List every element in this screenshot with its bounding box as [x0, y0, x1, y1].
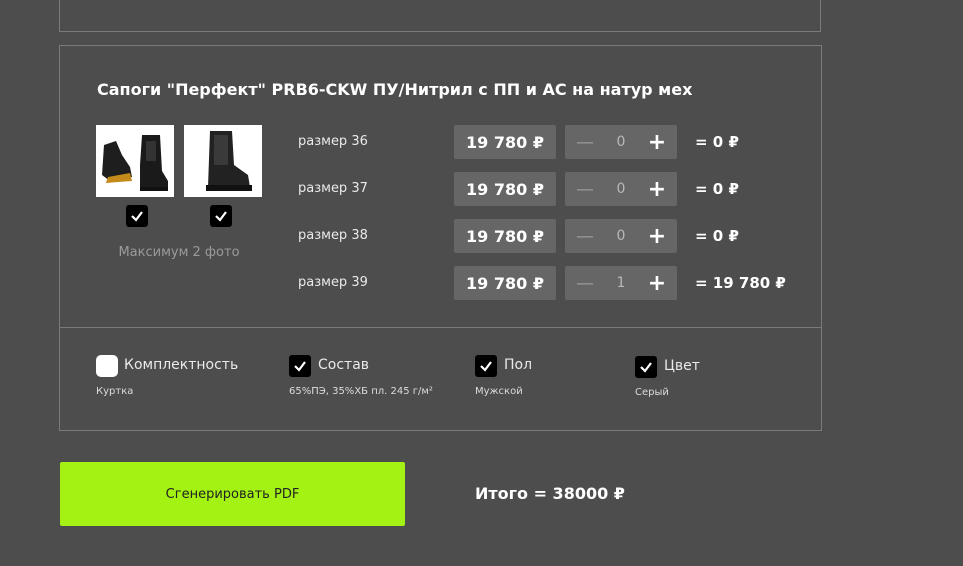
- attribute-checkbox-composition[interactable]: [289, 355, 311, 377]
- checkmark-icon: [215, 211, 227, 222]
- quantity-stepper: — 0 +: [565, 219, 677, 253]
- size-price: 19 780 ₽: [454, 125, 556, 159]
- increment-button[interactable]: +: [645, 172, 669, 206]
- max-photos-note: Максимум 2 фото: [118, 245, 240, 260]
- size-price: 19 780 ₽: [454, 219, 556, 253]
- boot-photo-icon: [96, 125, 174, 197]
- quantity-stepper: — 1 +: [565, 266, 677, 300]
- attribute-checkbox-color[interactable]: [635, 356, 657, 378]
- increment-button[interactable]: +: [645, 266, 669, 300]
- line-total: = 0 ₽: [695, 227, 739, 245]
- increment-button[interactable]: +: [645, 219, 669, 253]
- quantity-value[interactable]: 0: [607, 172, 635, 206]
- attribute-label: Цвет: [664, 358, 700, 374]
- checkmark-icon: [480, 361, 492, 372]
- attribute-value: Серый: [635, 387, 669, 398]
- quantity-stepper: — 0 +: [565, 172, 677, 206]
- checkmark-icon: [131, 211, 143, 222]
- quantity-stepper: — 0 +: [565, 125, 677, 159]
- attribute-checkbox-completeness[interactable]: [96, 355, 118, 377]
- quantity-value[interactable]: 0: [607, 125, 635, 159]
- quantity-value[interactable]: 0: [607, 219, 635, 253]
- decrement-button[interactable]: —: [573, 266, 597, 300]
- previous-product-card: [59, 0, 821, 32]
- attribute-checkbox-gender[interactable]: [475, 355, 497, 377]
- size-price: 19 780 ₽: [454, 266, 556, 300]
- photo-2-checkbox[interactable]: [210, 205, 232, 227]
- attribute-label: Состав: [318, 357, 370, 373]
- attribute-value: Куртка: [96, 386, 134, 397]
- product-title: Сапоги "Перфект" PRB6-CKW ПУ/Нитрил с ПП…: [97, 80, 693, 99]
- decrement-button[interactable]: —: [573, 172, 597, 206]
- attribute-label: Пол: [504, 357, 533, 373]
- size-label: размер 38: [298, 228, 368, 243]
- line-total: = 0 ₽: [695, 180, 739, 198]
- generate-pdf-button[interactable]: Сгенерировать PDF: [60, 462, 405, 526]
- increment-button[interactable]: +: [645, 125, 669, 159]
- size-label: размер 39: [298, 275, 368, 290]
- size-price: 19 780 ₽: [454, 172, 556, 206]
- product-card: Сапоги "Перфект" PRB6-CKW ПУ/Нитрил с ПП…: [59, 45, 822, 431]
- decrement-button[interactable]: —: [573, 219, 597, 253]
- size-label: размер 36: [298, 134, 368, 149]
- boot-photo-icon: [184, 125, 262, 197]
- photo-1-checkbox[interactable]: [126, 205, 148, 227]
- attribute-label: Комплектность: [124, 357, 239, 373]
- line-total: = 19 780 ₽: [695, 274, 786, 292]
- attribute-value: 65%ПЭ, 35%ХБ пл. 245 г/м²: [289, 386, 433, 397]
- grand-total: Итого = 38000 ₽: [475, 484, 625, 503]
- attribute-value: Мужской: [475, 386, 523, 397]
- line-total: = 0 ₽: [695, 133, 739, 151]
- decrement-button[interactable]: —: [573, 125, 597, 159]
- checkmark-icon: [294, 361, 306, 372]
- size-label: размер 37: [298, 181, 368, 196]
- product-photo-1[interactable]: [96, 125, 174, 197]
- section-divider: [60, 327, 821, 328]
- product-photo-2[interactable]: [184, 125, 262, 197]
- checkmark-icon: [640, 362, 652, 373]
- quantity-value[interactable]: 1: [607, 266, 635, 300]
